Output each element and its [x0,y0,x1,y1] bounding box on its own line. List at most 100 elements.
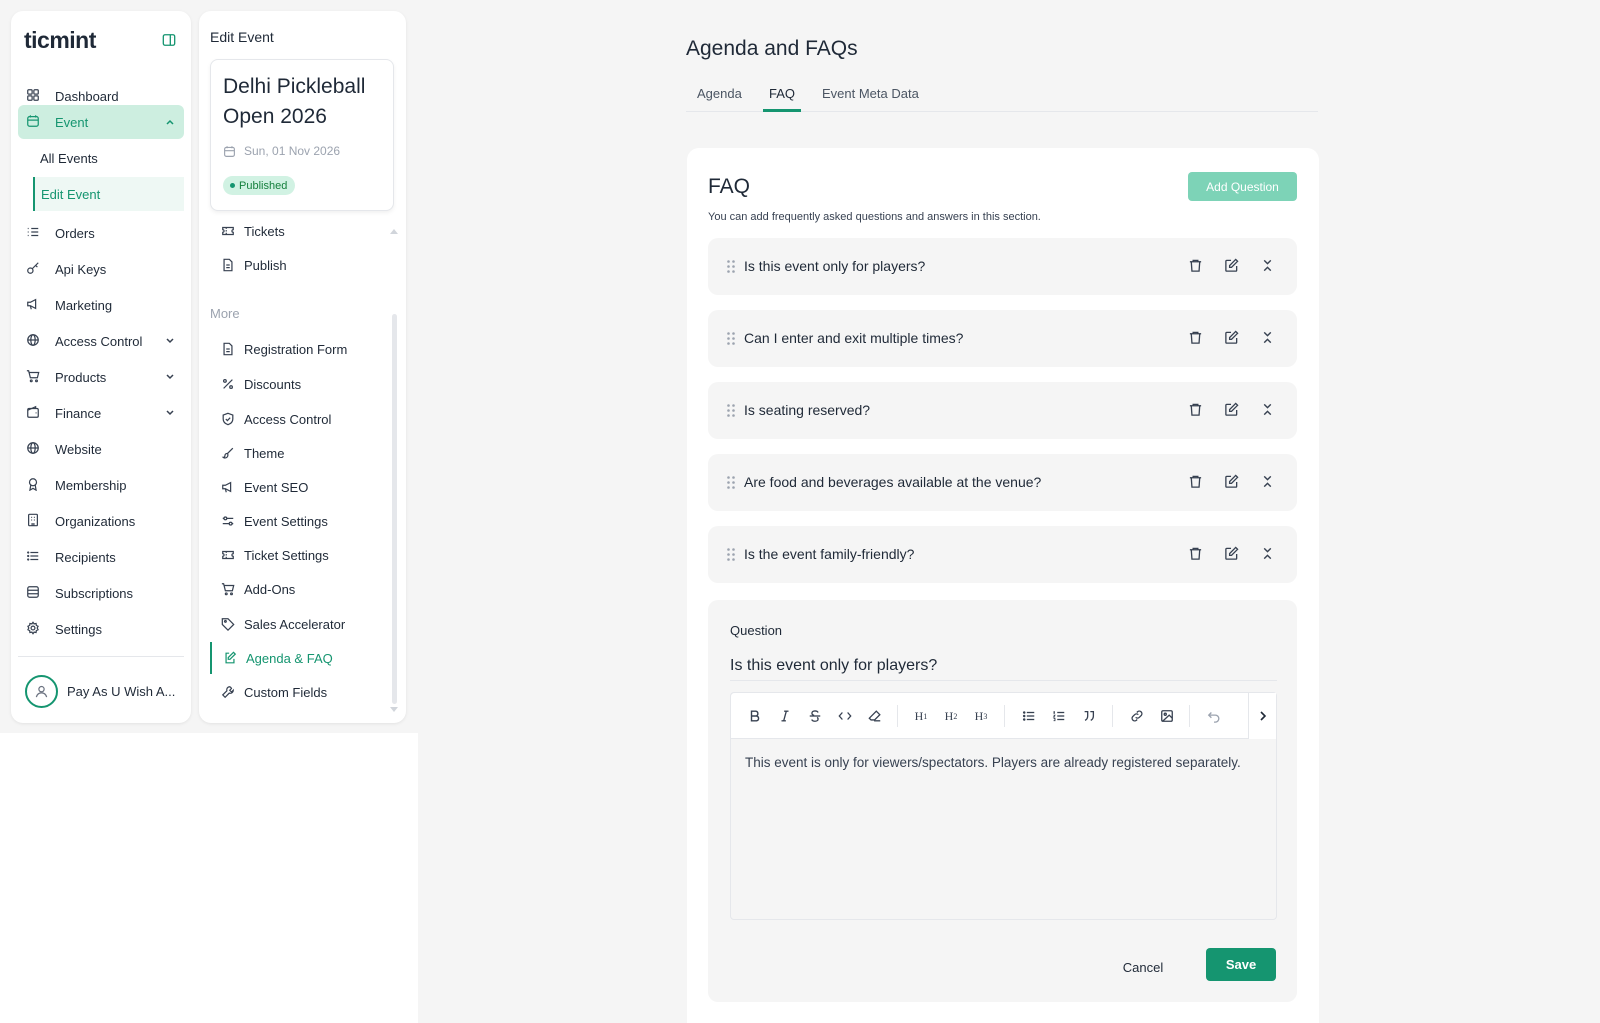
undo-icon[interactable] [1206,708,1222,724]
event-menu-agenda-faq[interactable]: Agenda & FAQ [210,642,390,674]
chevrons-collapse-icon[interactable] [1260,258,1276,274]
faq-item[interactable]: Can I enter and exit multiple times? [708,310,1297,367]
trash-icon[interactable] [1188,402,1204,418]
heading-2-icon[interactable]: H2 [943,708,959,724]
faq-item[interactable]: Is this event only for players? [708,238,1297,295]
faq-item[interactable]: Is the event family-friendly? [708,526,1297,583]
event-card: Delhi Pickleball Open 2026 Sun, 01 Nov 2… [210,59,394,211]
chevron-down-icon [164,407,176,419]
editor-toolbar: H1 H2 H3 [731,693,1276,739]
divider [18,656,184,657]
event-menu-sales-accelerator[interactable]: Sales Accelerator [210,608,390,640]
image-icon[interactable] [1159,708,1175,724]
calendar-icon [26,114,42,130]
code-icon[interactable] [837,708,853,724]
faq-item[interactable]: Is seating reserved? [708,382,1297,439]
sidebar-item-event[interactable]: Event [18,105,184,139]
event-menu-theme[interactable]: Theme [210,437,390,469]
chevron-right-icon[interactable] [1248,693,1276,739]
event-menu-label: Add-Ons [244,581,296,597]
tab-event-meta-data[interactable]: Event Meta Data [822,80,932,112]
event-menu-access-control[interactable]: Access Control [210,403,390,435]
user-menu[interactable]: Pay As U Wish A... [25,674,185,708]
heading-1-icon[interactable]: H1 [913,708,929,724]
tab-agenda[interactable]: Agenda [697,80,749,112]
sidebar-item-organizations[interactable]: Organizations [18,504,184,538]
chevrons-collapse-icon[interactable] [1260,546,1276,562]
ticket-icon [221,224,235,238]
faq-card: FAQ You can add frequently asked questio… [687,148,1319,1023]
edit-icon[interactable] [1224,474,1240,490]
sidebar-item-api-keys[interactable]: Api Keys [18,252,184,286]
event-menu-discounts[interactable]: Discounts [210,368,390,400]
status-text: Published [239,179,288,192]
drag-handle-icon[interactable] [726,331,736,346]
clear-format-icon[interactable] [867,708,883,724]
event-menu-event-seo[interactable]: Event SEO [210,471,390,503]
sidebar-item-access-control[interactable]: Access Control [18,324,184,358]
sidebar-item-products[interactable]: Products [18,360,184,394]
drag-handle-icon[interactable] [726,547,736,562]
drag-handle-icon[interactable] [726,403,736,418]
sidebar-item-website[interactable]: Website [18,432,184,466]
add-question-button[interactable]: Add Question [1188,172,1297,201]
sidebar-item-subscriptions[interactable]: Subscriptions [18,576,184,610]
strikethrough-icon[interactable] [807,708,823,724]
edit-icon[interactable] [1224,330,1240,346]
event-menu-event-settings[interactable]: Event Settings [210,505,390,537]
chevrons-collapse-icon[interactable] [1260,474,1276,490]
sidebar-item-marketing[interactable]: Marketing [18,288,184,322]
sliders-icon [221,514,235,528]
trash-icon[interactable] [1188,474,1204,490]
answer-text[interactable]: This event is only for viewers/spectator… [745,752,1245,774]
link-icon[interactable] [1129,708,1145,724]
sidebar-item-finance[interactable]: Finance [18,396,184,430]
save-button[interactable]: Save [1206,948,1276,981]
scrollbar[interactable] [392,314,397,704]
sidebar: ticmint Dashboard Event All Events Edit … [11,11,191,723]
event-menu-label: Theme [244,445,285,461]
edit-icon[interactable] [1224,546,1240,562]
sidebar-toggle-icon[interactable] [162,33,176,47]
event-menu-publish[interactable]: Publish [210,249,390,281]
trash-icon[interactable] [1188,258,1204,274]
trash-icon[interactable] [1188,546,1204,562]
event-menu-tickets[interactable]: Tickets [210,215,390,247]
numbered-list-icon[interactable] [1051,708,1067,724]
trash-icon[interactable] [1188,330,1204,346]
logo[interactable]: ticmint [24,27,96,54]
sidebar-item-membership[interactable]: Membership [18,468,184,502]
edit-icon[interactable] [1224,402,1240,418]
sidebar-subitem-edit-event[interactable]: Edit Event [33,177,184,211]
event-menu-add-ons[interactable]: Add-Ons [210,573,390,605]
cancel-button[interactable]: Cancel [1108,951,1178,983]
chevrons-collapse-icon[interactable] [1260,330,1276,346]
chevrons-collapse-icon[interactable] [1260,402,1276,418]
sidebar-item-orders[interactable]: Orders [18,216,184,250]
bold-icon[interactable] [747,708,763,724]
event-menu-registration-form[interactable]: Registration Form [210,333,390,365]
drag-handle-icon[interactable] [726,259,736,274]
event-menu-custom-fields[interactable]: Custom Fields [210,676,390,708]
tab-faq[interactable]: FAQ [763,80,801,112]
scroll-down-icon[interactable] [389,706,399,714]
event-name: Delhi Pickleball Open 2026 [223,75,366,128]
faq-item[interactable]: Are food and beverages available at the … [708,454,1297,511]
drag-handle-icon[interactable] [726,475,736,490]
sidebar-item-settings[interactable]: Settings [18,612,184,646]
quote-icon[interactable] [1081,708,1097,724]
event-menu-label: Event SEO [244,479,309,495]
event-menu-label: Access Control [244,411,332,427]
sidebar-item-label: Finance [55,405,102,421]
event-menu-label: Ticket Settings [244,547,329,563]
heading-3-icon[interactable]: H3 [973,708,989,724]
sidebar-item-recipients[interactable]: Recipients [18,540,184,574]
question-input[interactable] [730,651,1277,681]
scroll-up-icon[interactable] [389,227,399,235]
event-menu-ticket-settings[interactable]: Ticket Settings [210,539,390,571]
edit-icon[interactable] [1224,258,1240,274]
bullet-list-icon[interactable] [1021,708,1037,724]
page-title: Agenda and FAQs [686,37,858,60]
italic-icon[interactable] [777,708,793,724]
sidebar-subitem-all-events[interactable]: All Events [33,141,184,175]
